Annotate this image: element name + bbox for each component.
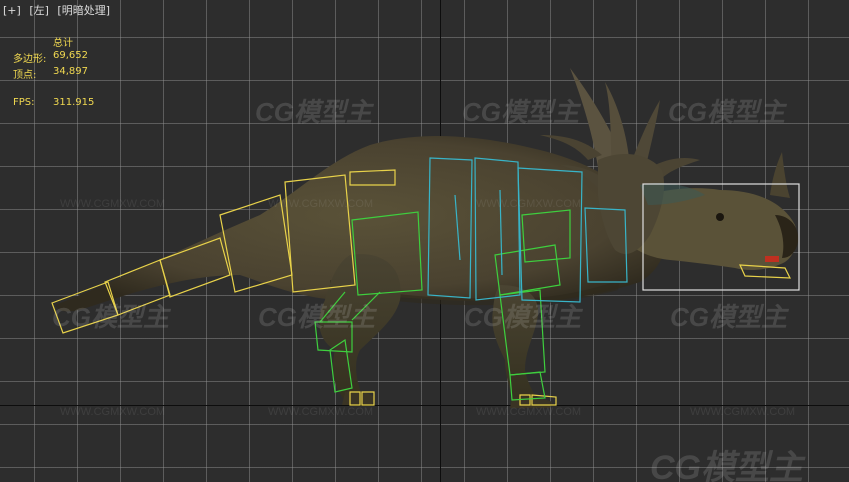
watermark-url: WWW.CGMXW.COM [268, 406, 374, 418]
watermark-url: WWW.CGMXW.COM [476, 406, 582, 418]
watermark-url: WWW.CGMXW.COM [60, 198, 166, 210]
viewport-left[interactable]: CG模型主 CG模型主 CG模型主 CG模型主 CG模型主 CG模型主 CG模型… [0, 0, 849, 482]
watermark-logo: CG模型主 [668, 97, 786, 127]
watermark-logo: CG模型主 [258, 302, 376, 332]
stats-polys-label: 多边形: [13, 54, 47, 65]
stats-verts-label: 顶点: [13, 70, 37, 81]
stats-verts-value: 34,897 [53, 66, 88, 77]
watermark-url: WWW.CGMXW.COM [476, 198, 582, 210]
watermark-url: WWW.CGMXW.COM [268, 198, 374, 210]
stats-fps-label: FPS: [13, 97, 35, 108]
watermark-url: WWW.CGMXW.COM [690, 406, 796, 418]
watermark-logo: CG模型主 [462, 97, 580, 127]
watermark-logo-large: CG模型主 [650, 449, 803, 482]
stats-polys-value: 69,652 [53, 50, 88, 61]
stats-fps-value: 311.915 [53, 97, 95, 108]
stats-header: 总计 [53, 38, 73, 49]
watermark-logo: CG模型主 [255, 97, 373, 127]
watermark-logo: CG模型主 [464, 302, 582, 332]
watermark-logo: CG模型主 [670, 302, 788, 332]
statistics-overlay: 总计 多边形: 69,652 顶点: 34,897 FPS: 311.915 [0, 0, 200, 120]
watermark-url: WWW.CGMXW.COM [60, 406, 166, 418]
watermark-logo: CG模型主 [52, 302, 170, 332]
